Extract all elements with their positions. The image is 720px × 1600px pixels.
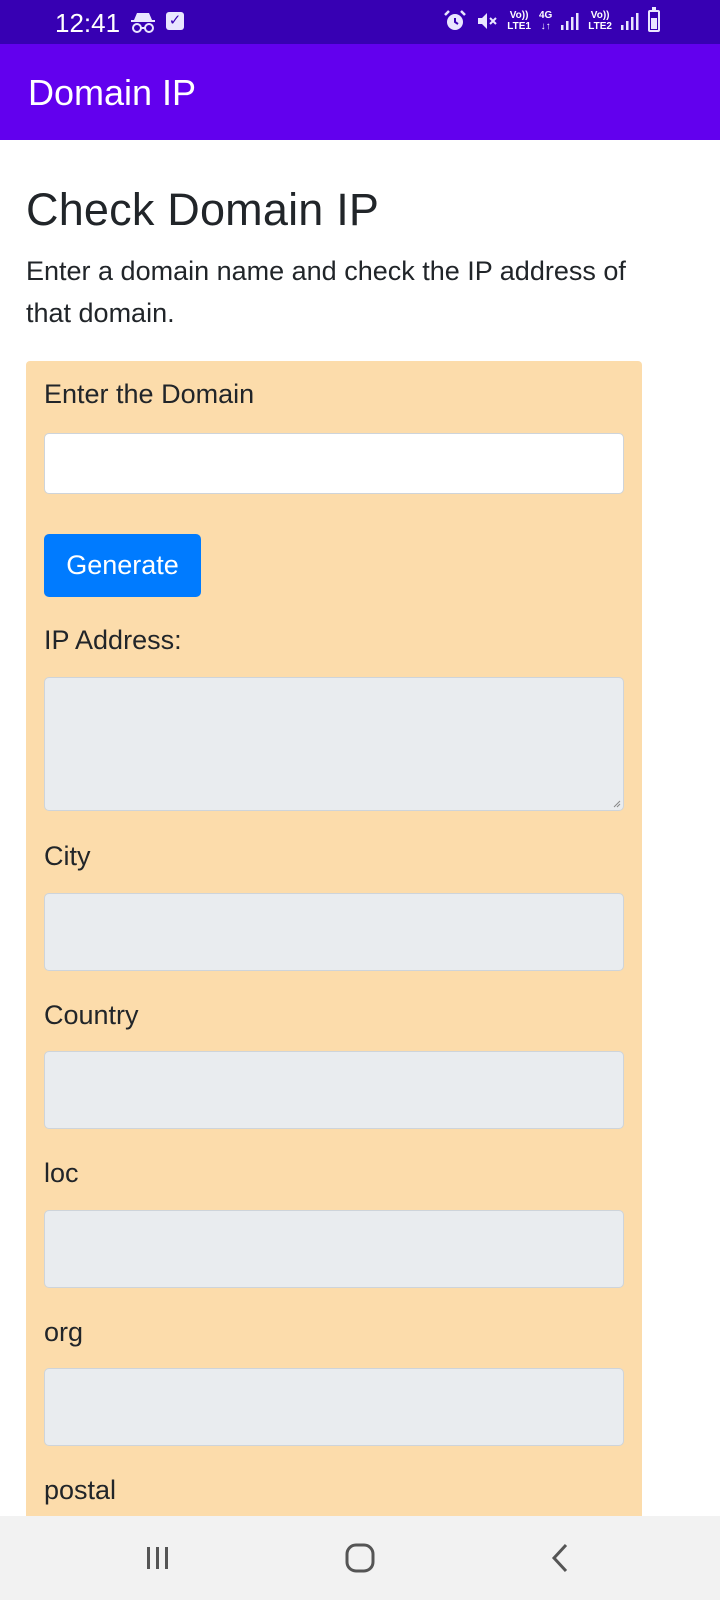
back-icon [551,1543,568,1573]
generate-button[interactable]: Generate [44,534,201,597]
home-button[interactable] [340,1538,380,1578]
domain-input[interactable] [44,433,624,494]
loc-field[interactable] [44,1210,624,1288]
ip-address-textarea[interactable] [44,677,624,811]
country-label: Country [44,1000,139,1030]
network-1-indicator: Vo)) LTE1 [507,10,531,32]
domain-form-card: Enter the Domain Generate IP Address: Ci… [26,361,642,1516]
page-description: Enter a domain name and check the IP add… [26,256,626,328]
main-content[interactable]: Check Domain IP Enter a domain name and … [0,140,720,1516]
city-label: City [44,841,91,871]
network-type-bottom: ↓↑ [540,21,551,32]
status-icons: Vo)) LTE1 4G ↓↑ Vo)) LTE2 [443,7,660,33]
recent-apps-button[interactable] [138,1538,178,1578]
page-title: Check Domain IP [26,184,380,235]
org-field[interactable] [44,1368,624,1446]
network-type-indicator: 4G ↓↑ [539,10,552,32]
network-2-indicator: Vo)) LTE2 [588,10,612,32]
battery-icon [648,7,660,32]
alarm-icon [444,10,467,30]
network-2-top: Vo)) [590,10,610,21]
home-icon [345,1543,375,1573]
network-type-top: 4G [538,10,553,21]
ip-address-label: IP Address: [44,625,182,655]
mute-icon [478,13,497,29]
network-1-bottom: LTE1 [507,21,531,32]
incognito-icon [131,13,155,33]
signal-icon [561,13,579,30]
recent-apps-icon [147,1547,168,1569]
back-button[interactable] [540,1538,580,1578]
org-label: org [44,1317,84,1347]
city-field[interactable] [44,893,624,971]
resize-grip-icon[interactable] [613,800,621,808]
country-field[interactable] [44,1051,624,1129]
status-time: 12:41 [55,8,121,38]
domain-label: Enter the Domain [44,379,255,409]
status-bar: 12:41 ✓ Vo)) LTE1 4G ↓↑ Vo)) LTE2 [0,0,720,44]
app-bar: Domain IP [0,44,720,140]
loc-label: loc [44,1158,79,1188]
network-2-bottom: LTE2 [588,21,612,32]
app-title: Domain IP [28,72,197,113]
network-1-top: Vo)) [509,10,529,21]
postal-label: postal [44,1475,117,1505]
navigation-bar [0,1516,720,1600]
screen: 12:41 ✓ Vo)) LTE1 4G ↓↑ Vo)) LTE2 Domain… [0,0,720,1600]
signal-2-icon [621,13,639,30]
checkbox-notification-icon: ✓ [166,12,184,30]
